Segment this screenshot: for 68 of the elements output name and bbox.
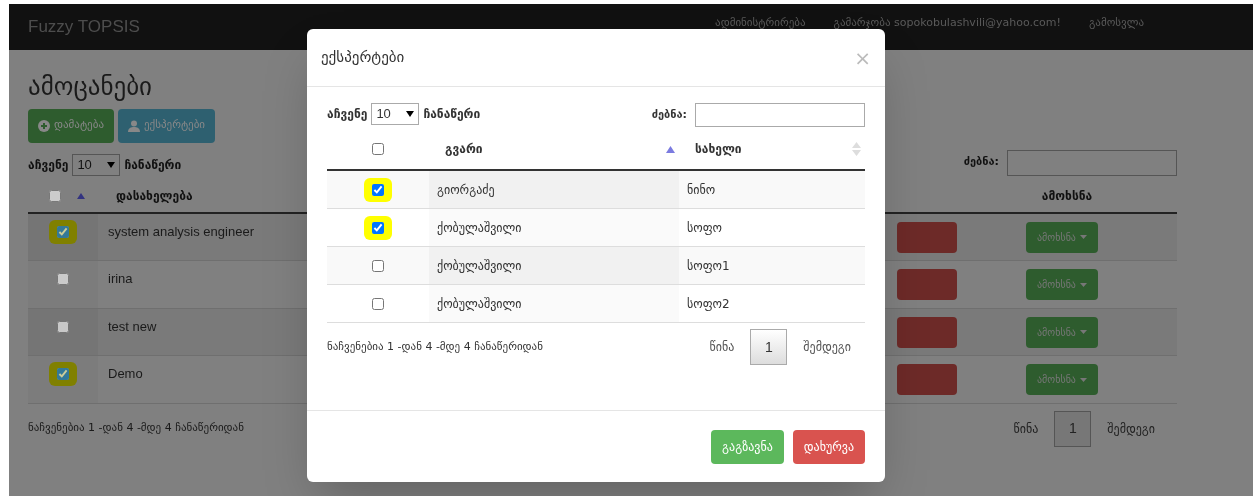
prev-page-link[interactable]: წინა xyxy=(1013,419,1039,438)
row-checkbox[interactable] xyxy=(372,297,384,310)
length-label: აჩვენე xyxy=(28,156,69,174)
table-cell-text: ქობულაშვილი xyxy=(437,257,522,275)
row-checkbox[interactable] xyxy=(372,259,384,272)
row-checkbox[interactable] xyxy=(372,143,384,155)
next-page-link[interactable]: შემდეგი xyxy=(803,338,851,356)
table-cell-text: სოფო2 xyxy=(686,295,730,313)
add-button[interactable]: დამატება xyxy=(28,108,114,143)
row-checkbox[interactable] xyxy=(372,221,384,234)
nav-link[interactable]: გამარჯობა sopokobulashvili@yahoo.com! xyxy=(833,16,1061,30)
delete-button[interactable] xyxy=(897,221,957,253)
page-number-button[interactable]: 1 xyxy=(750,329,788,365)
brand-title[interactable]: Fuzzy TOPSIS xyxy=(28,14,140,40)
experts-button[interactable]: ექსპერტები xyxy=(118,108,216,143)
length-label: ჩანაწერი xyxy=(124,156,182,174)
row-checkbox[interactable] xyxy=(57,368,69,380)
close-button[interactable]: × xyxy=(854,47,871,68)
next-page-link[interactable]: შემდეგი xyxy=(1107,419,1155,438)
nav-link[interactable]: გამოსვლა xyxy=(1088,16,1144,30)
sort-up-icon xyxy=(666,145,675,153)
close-button[interactable]: დახურვა xyxy=(792,429,865,464)
table-cell-text: system analysis engineer xyxy=(108,222,254,241)
table-cell-text: ქობულაშვილი xyxy=(437,219,522,237)
page-number-button[interactable]: 1 xyxy=(1054,410,1092,447)
length-label: აჩვენე xyxy=(327,105,368,123)
table-cell-text: სოფო xyxy=(686,219,723,237)
caret-icon xyxy=(1079,330,1087,334)
row-checkbox[interactable] xyxy=(57,225,69,238)
dropdown-caret-icon xyxy=(107,161,116,168)
search-field[interactable] xyxy=(695,103,865,127)
table-cell-text: Demo xyxy=(108,365,143,383)
column-header[interactable]: გვარი xyxy=(445,140,483,158)
modal-title: ექსპერტები xyxy=(321,47,405,69)
page-size-select[interactable]: 10 xyxy=(72,154,121,176)
send-button[interactable]: გაგზავნა xyxy=(711,429,784,464)
table-cell-text: ქობულაშვილი xyxy=(437,295,522,313)
table-cell-text: სოფო1 xyxy=(686,257,730,275)
caret-icon xyxy=(1079,377,1087,382)
sort-up-icon xyxy=(77,192,85,199)
prev-page-link[interactable]: წინა xyxy=(709,338,735,356)
caret-icon xyxy=(1079,282,1087,287)
column-header[interactable]: სახელი xyxy=(695,140,742,158)
column-header[interactable]: ამოხსნა xyxy=(957,186,1177,205)
row-checkbox[interactable] xyxy=(57,273,69,285)
search-field[interactable] xyxy=(1007,149,1177,176)
search-label: ძებნა: xyxy=(651,106,687,123)
table-cell-text: გიორგაძე xyxy=(437,181,495,199)
caret-icon xyxy=(1079,235,1087,239)
table-info: ნაჩვენებია 1 -დან 4 -მდე 4 ჩანაწერიდან xyxy=(327,338,543,355)
sort-both-icon xyxy=(852,142,861,156)
table-cell-text: irina xyxy=(108,270,133,288)
nav-link[interactable]: ადმინისტრირება xyxy=(715,16,806,30)
length-label: ჩანაწერი xyxy=(423,105,481,123)
table-cell-text: ნინო xyxy=(686,181,716,199)
row-checkbox[interactable] xyxy=(372,183,384,196)
column-header[interactable]: დასახელება xyxy=(116,186,193,205)
user-icon xyxy=(128,119,140,132)
table-info: ნაჩვენებია 1 -დან 4 -მდე 4 ჩანაწერიდან xyxy=(28,420,244,437)
row-checkbox[interactable] xyxy=(57,320,69,333)
dropdown-caret-icon xyxy=(406,110,415,117)
page-title: ამოცანები xyxy=(28,71,154,103)
delete-button[interactable] xyxy=(897,316,957,348)
plus-circle-icon xyxy=(38,119,50,132)
table-cell-text: test new xyxy=(108,317,157,336)
search-label: ძებნა: xyxy=(963,154,999,171)
row-checkbox[interactable] xyxy=(49,189,61,202)
page-size-select[interactable]: 10 xyxy=(371,103,420,125)
